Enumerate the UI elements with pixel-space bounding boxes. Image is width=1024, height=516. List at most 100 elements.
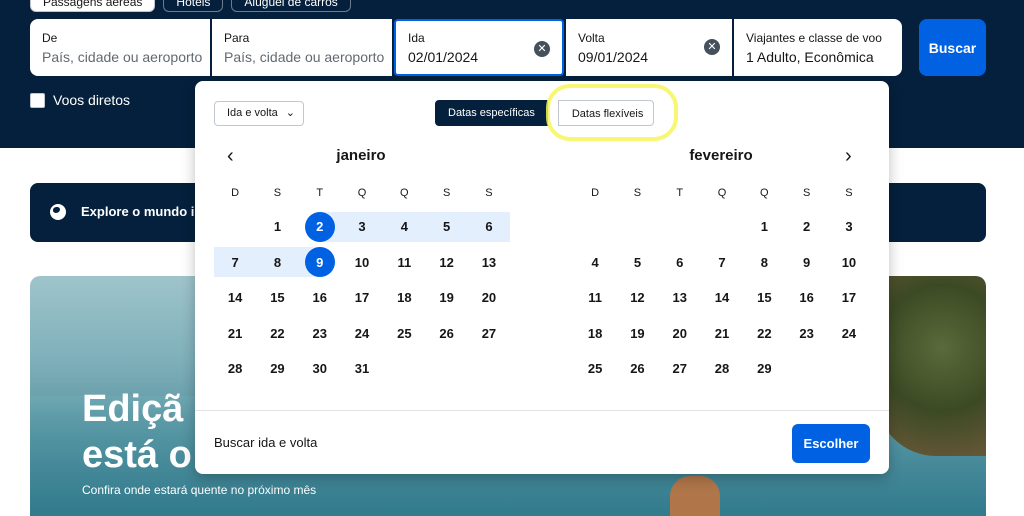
calendar-day[interactable]: 18 bbox=[383, 283, 425, 313]
calendar-february: D S T Q Q S S 1 2 3 4 5 6 7 8 9 10 11 12 13 14 15 16 17 18 19 20 21… bbox=[574, 187, 870, 387]
calendar-day[interactable]: 27 bbox=[468, 318, 510, 348]
calendar-day[interactable]: 16 bbox=[785, 283, 827, 313]
calendar-day[interactable]: 6 bbox=[659, 247, 701, 277]
day-number: 8 bbox=[760, 254, 768, 270]
weekday-label: T bbox=[316, 187, 324, 199]
calendar-day[interactable]: 4 bbox=[383, 211, 426, 242]
calendar-day[interactable]: 11 bbox=[574, 283, 616, 313]
tab-flights[interactable]: Passagens aéreas bbox=[30, 0, 156, 12]
to-field[interactable]: Para País, cidade ou aeroporto bbox=[212, 19, 392, 76]
depart-label: Ida bbox=[408, 31, 425, 45]
calendar-day[interactable]: 12 bbox=[425, 247, 467, 277]
search-button[interactable]: Buscar bbox=[919, 19, 986, 76]
next-month-icon[interactable]: › bbox=[845, 145, 852, 168]
calendar-day[interactable]: 25 bbox=[574, 354, 616, 384]
tab-hotels[interactable]: Hotéis bbox=[163, 0, 224, 12]
calendar-day[interactable]: 24 bbox=[828, 318, 870, 348]
calendar-day[interactable]: 5 bbox=[425, 211, 468, 242]
trip-type-select[interactable]: Ida e volta ⌄ bbox=[214, 101, 304, 126]
calendar-day[interactable]: 21 bbox=[214, 318, 256, 348]
calendar-empty-cell bbox=[828, 354, 870, 384]
calendar-day[interactable]: 1 bbox=[256, 212, 298, 242]
specific-dates-option[interactable]: Datas específicas bbox=[435, 100, 548, 126]
weekday-label: S bbox=[485, 187, 493, 199]
calendar-day[interactable]: 12 bbox=[616, 283, 658, 313]
calendar-day[interactable]: 30 bbox=[299, 354, 341, 384]
calendar-day[interactable]: 22 bbox=[743, 318, 785, 348]
calendar-day[interactable]: 26 bbox=[425, 318, 467, 348]
calendar-day[interactable]: 28 bbox=[701, 354, 743, 384]
calendar-day[interactable]: 6 bbox=[467, 211, 511, 242]
calendar-day[interactable]: 14 bbox=[701, 283, 743, 313]
calendar-empty-cell bbox=[785, 354, 827, 384]
calendar-week: 21 22 23 24 25 26 27 bbox=[214, 316, 510, 352]
calendar-day[interactable]: 9 bbox=[785, 247, 827, 277]
day-number: 27 bbox=[672, 361, 687, 377]
calendar-day[interactable]: 10 bbox=[341, 247, 383, 277]
calendar-day[interactable]: 19 bbox=[616, 318, 658, 348]
day-number: 4 bbox=[591, 254, 599, 270]
calendar-day[interactable]: 26 bbox=[616, 354, 658, 384]
tab-car-rental[interactable]: Aluguel de carros bbox=[231, 0, 351, 12]
calendar-day[interactable]: 2 bbox=[298, 211, 341, 242]
choose-button[interactable]: Escolher bbox=[792, 424, 870, 463]
calendar-day[interactable]: 28 bbox=[214, 354, 256, 384]
day-number: 29 bbox=[757, 361, 772, 377]
calendar-day[interactable]: 23 bbox=[299, 318, 341, 348]
calendar-day[interactable]: 21 bbox=[701, 318, 743, 348]
calendar-day[interactable]: 20 bbox=[468, 283, 510, 313]
day-number: 21 bbox=[714, 325, 730, 341]
calendar-day[interactable]: 13 bbox=[468, 247, 510, 277]
calendar-day[interactable]: 2 bbox=[785, 212, 827, 242]
calendar-day[interactable]: 29 bbox=[256, 354, 298, 384]
calendar-week: 11 12 13 14 15 16 17 bbox=[574, 280, 870, 316]
clear-depart-icon[interactable]: ✕ bbox=[534, 41, 550, 57]
calendar-day[interactable]: 16 bbox=[299, 283, 341, 313]
day-number: 3 bbox=[845, 219, 853, 235]
calendar-day[interactable]: 7 bbox=[701, 247, 743, 277]
calendar-day[interactable]: 4 bbox=[574, 247, 616, 277]
calendar-day[interactable]: 17 bbox=[341, 283, 383, 313]
calendar-day[interactable]: 1 bbox=[743, 212, 785, 242]
day-number: 28 bbox=[227, 361, 243, 377]
return-value: 09/01/2024 bbox=[578, 49, 649, 65]
return-date-field[interactable]: Volta 09/01/2024 ✕ bbox=[566, 19, 732, 76]
day-number: 18 bbox=[397, 290, 412, 306]
calendar-day[interactable]: 3 bbox=[340, 211, 384, 242]
calendar-day[interactable]: 24 bbox=[341, 318, 383, 348]
calendar-day[interactable]: 23 bbox=[785, 318, 827, 348]
calendar-day[interactable]: 8 bbox=[743, 247, 785, 277]
calendar-day[interactable]: 31 bbox=[341, 354, 383, 384]
day-number: 3 bbox=[358, 219, 366, 235]
calendar-day[interactable]: 11 bbox=[383, 247, 425, 277]
direct-flights-checkbox[interactable] bbox=[30, 92, 45, 108]
calendar-day[interactable]: 25 bbox=[383, 318, 425, 348]
direct-flights-option[interactable]: Voos diretos bbox=[30, 92, 130, 108]
calendar-day[interactable]: 14 bbox=[214, 283, 256, 313]
from-field[interactable]: De País, cidade ou aeroporto bbox=[30, 19, 210, 76]
hero-person bbox=[670, 476, 720, 516]
calendar-day[interactable]: 27 bbox=[659, 354, 701, 384]
calendar-day[interactable]: 10 bbox=[828, 247, 870, 277]
calendar-day[interactable]: 5 bbox=[616, 247, 658, 277]
weekday-label: S bbox=[273, 187, 282, 199]
top-tabs: Passagens aéreas Hotéis Aluguel de carro… bbox=[30, 0, 351, 12]
calendar-day[interactable]: 9 bbox=[298, 247, 341, 278]
day-number: 25 bbox=[397, 325, 412, 341]
travelers-field[interactable]: Viajantes e classe de voo 1 Adulto, Econ… bbox=[734, 19, 902, 76]
calendar-day[interactable]: 19 bbox=[425, 283, 467, 313]
clear-return-icon[interactable]: ✕ bbox=[704, 39, 720, 55]
calendar-day[interactable]: 22 bbox=[256, 318, 298, 348]
calendar-day[interactable]: 20 bbox=[659, 318, 701, 348]
calendar-day[interactable]: 15 bbox=[743, 283, 785, 313]
calendar-day[interactable]: 18 bbox=[574, 318, 616, 348]
depart-date-field[interactable]: Ida 02/01/2024 ✕ bbox=[394, 19, 564, 76]
previous-month-icon[interactable]: ‹ bbox=[227, 145, 234, 168]
calendar-day[interactable]: 17 bbox=[828, 283, 870, 313]
calendar-day[interactable]: 15 bbox=[256, 283, 298, 313]
calendar-day[interactable]: 8 bbox=[256, 247, 299, 278]
calendar-day[interactable]: 13 bbox=[659, 283, 701, 313]
calendar-day[interactable]: 7 bbox=[214, 247, 257, 278]
calendar-day[interactable]: 29 bbox=[743, 354, 785, 384]
calendar-day[interactable]: 3 bbox=[828, 212, 870, 242]
